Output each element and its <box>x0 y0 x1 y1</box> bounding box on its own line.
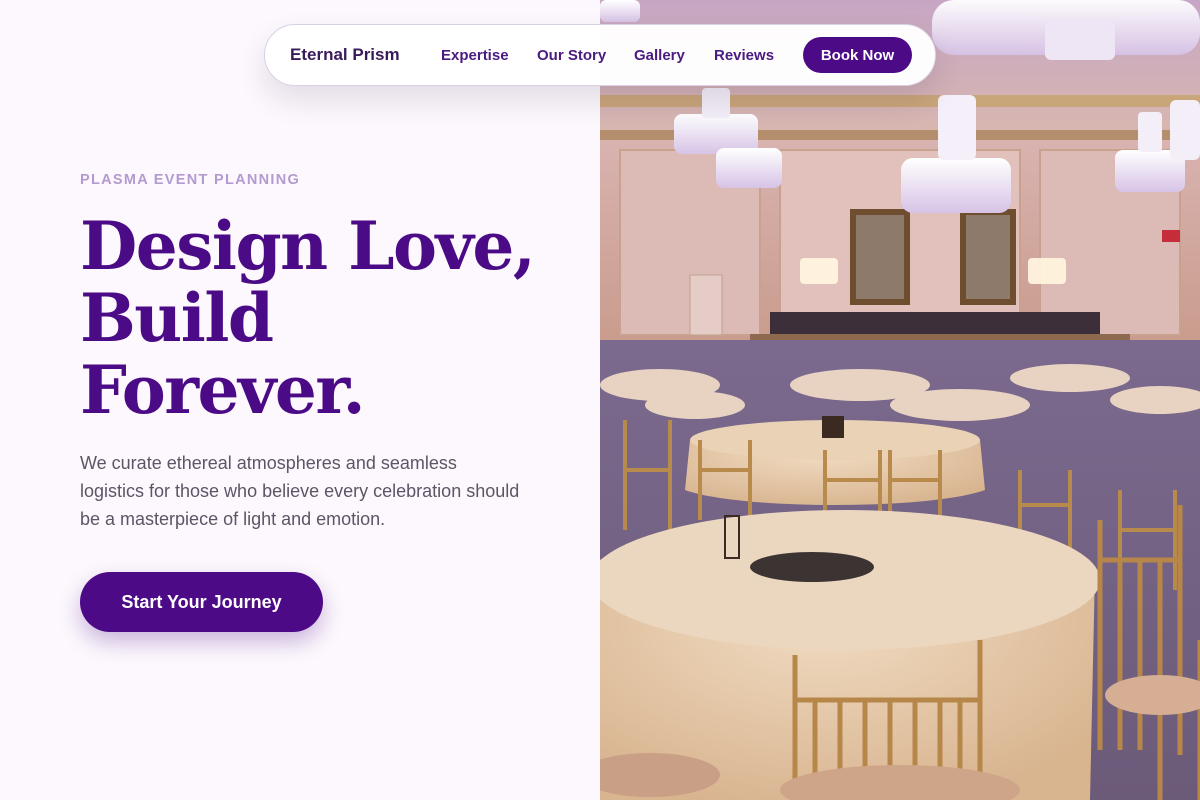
hero-section: PLASMA EVENT PLANNING Design Love, Build… <box>0 0 600 800</box>
banquet-hall-illustration <box>600 0 1200 800</box>
wall-door <box>689 274 723 336</box>
nav-link-reviews[interactable]: Reviews <box>714 47 774 64</box>
top-navbar: Eternal Prism Expertise Our Story Galler… <box>264 24 936 86</box>
mirror-left <box>850 209 910 305</box>
brand-logo-text[interactable]: Eternal Prism <box>290 45 400 65</box>
mirror-right <box>960 209 1016 305</box>
hero-description: We curate ethereal atmospheres and seaml… <box>80 453 520 529</box>
banquet-hall-photo <box>600 0 1200 800</box>
headline-line-2: Build <box>80 279 274 357</box>
hero-headline: Design Love, Build Forever. <box>80 210 580 426</box>
sconce-left <box>800 258 838 284</box>
nav-link-gallery[interactable]: Gallery <box>634 47 685 64</box>
ceiling-molding <box>600 95 1200 107</box>
back-bar-bottles <box>770 312 1100 334</box>
book-now-button[interactable]: Book Now <box>803 37 912 73</box>
nav-link-our-story[interactable]: Our Story <box>537 47 606 64</box>
hero-eyebrow: PLASMA EVENT PLANNING <box>80 172 301 188</box>
nav-link-expertise[interactable]: Expertise <box>441 47 509 64</box>
sconce-right <box>1028 258 1066 284</box>
headline-line-3: Forever. <box>80 351 366 429</box>
start-journey-button[interactable]: Start Your Journey <box>80 572 323 632</box>
headline-line-1: Design Love, <box>80 207 536 285</box>
exit-sign <box>1162 230 1180 242</box>
